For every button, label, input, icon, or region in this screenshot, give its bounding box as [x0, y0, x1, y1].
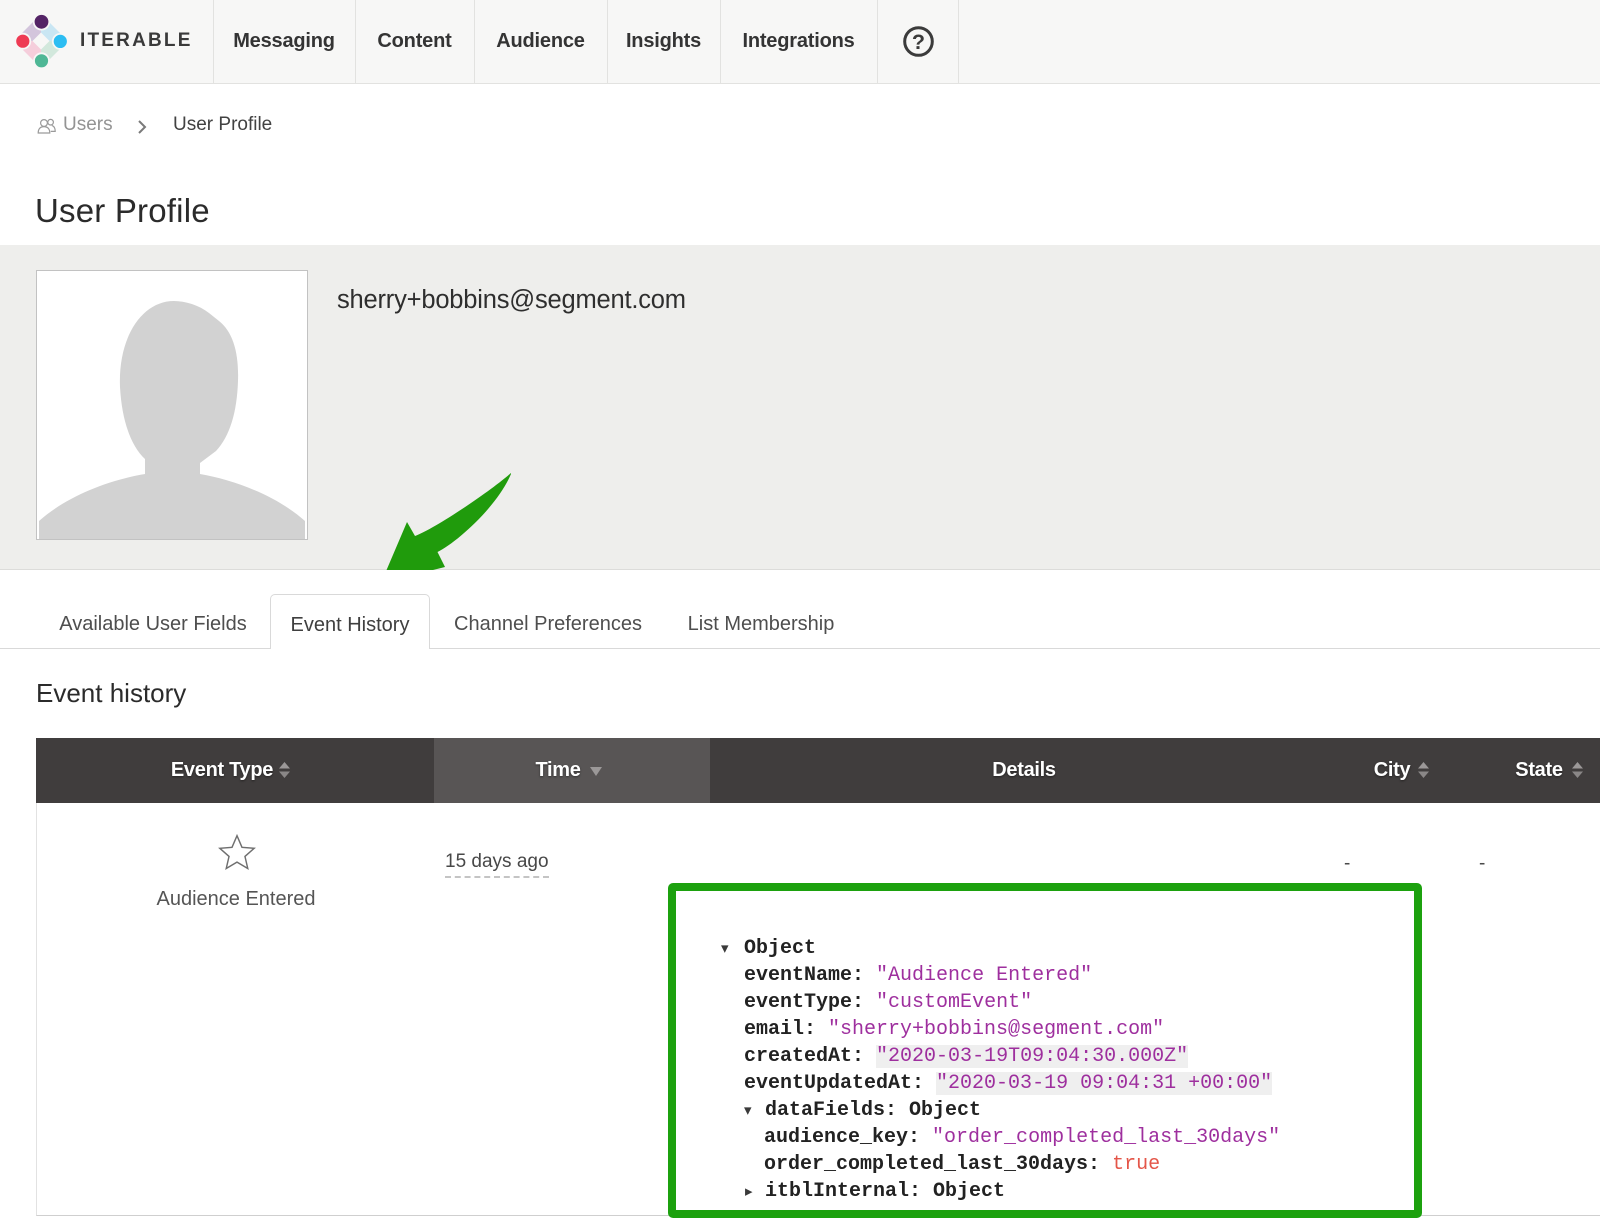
svg-text:?: ?	[912, 30, 925, 54]
